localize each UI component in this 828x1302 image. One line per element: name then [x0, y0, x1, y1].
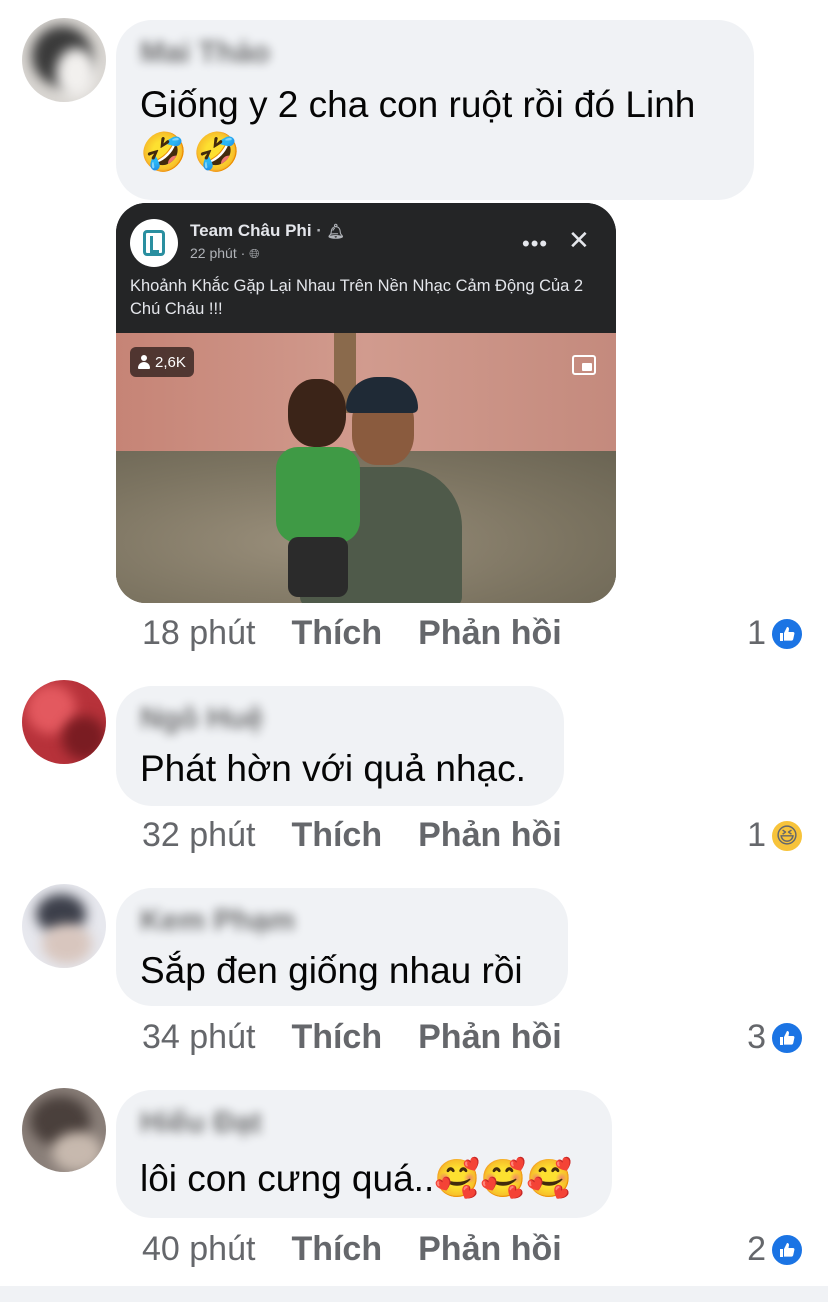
- comment-bubble: Mai Thảo Giống y 2 cha con ruột rồi đó L…: [116, 20, 754, 200]
- like-button[interactable]: Thích: [291, 1230, 382, 1269]
- comment-avatar[interactable]: [22, 680, 106, 764]
- separator-dot: ·: [316, 221, 322, 240]
- view-count-badge: 2,6K: [130, 347, 194, 377]
- video-thumbnail[interactable]: 2,6K: [116, 333, 616, 603]
- comment-actions: 40 phút Thích Phản hồi: [142, 1230, 562, 1269]
- shared-post-card[interactable]: Team Châu Phi · 🔔︎ 22 phút · 🌐︎ ••• ✕ Kh…: [116, 203, 616, 603]
- comment-time[interactable]: 34 phút: [142, 1018, 255, 1057]
- reaction-summary[interactable]: 3: [747, 1018, 804, 1057]
- comment-emojis: 🤣 🤣: [140, 134, 241, 172]
- globe-icon: 🌐︎: [249, 246, 260, 261]
- like-button[interactable]: Thích: [291, 1018, 382, 1057]
- comment-bubble: Hiếu Đạt lôi con cưng quá..🥰🥰🥰: [116, 1090, 612, 1218]
- comment-text: lôi con cưng quá..🥰🥰🥰: [140, 1158, 573, 1199]
- post-text: Khoảnh Khắc Gặp Lại Nhau Trên Nền Nhạc C…: [130, 277, 584, 318]
- commenter-name[interactable]: Hiếu Đạt: [140, 1106, 262, 1140]
- comment-actions: 34 phút Thích Phản hồi: [142, 1018, 562, 1057]
- reaction-summary[interactable]: 1 😆: [747, 816, 804, 855]
- comment-avatar[interactable]: [22, 18, 106, 102]
- view-count: 2,6K: [155, 353, 186, 371]
- like-icon: [770, 1020, 804, 1055]
- like-button[interactable]: Thích: [291, 816, 382, 855]
- reply-button[interactable]: Phản hồi: [418, 1230, 562, 1269]
- commenter-name[interactable]: Ngô Huệ: [140, 702, 263, 736]
- bell-icon: 🔔︎: [326, 223, 345, 239]
- comment-time[interactable]: 18 phút: [142, 614, 255, 653]
- reply-button[interactable]: Phản hồi: [418, 1018, 562, 1057]
- commenter-name[interactable]: Kem Phạm: [140, 904, 295, 938]
- child-figure: [274, 377, 364, 597]
- rofl-emoji: 🤣: [193, 132, 241, 174]
- reply-button[interactable]: Phản hồi: [418, 614, 562, 653]
- rofl-emoji: 🤣: [140, 132, 188, 174]
- comment-text: Sắp đen giống nhau rồi: [140, 950, 523, 991]
- bottom-divider: [0, 1286, 828, 1302]
- comment-time[interactable]: 32 phút: [142, 816, 255, 855]
- close-icon[interactable]: ✕: [568, 225, 590, 256]
- comment-avatar[interactable]: [22, 1088, 106, 1172]
- post-time[interactable]: 22 phút · 🌐︎: [190, 245, 260, 262]
- comment-avatar[interactable]: [22, 884, 106, 968]
- page-logo[interactable]: [130, 219, 178, 267]
- comment-text: Giống y 2 cha con ruột rồi đó Linh: [140, 84, 696, 125]
- reaction-count: 2: [747, 1230, 766, 1268]
- more-options-icon[interactable]: •••: [522, 231, 548, 257]
- comment-bubble: Kem Phạm Sắp đen giống nhau rồi: [116, 888, 568, 1006]
- reaction-count: 3: [747, 1018, 766, 1056]
- like-icon: [770, 1232, 804, 1267]
- comment-text: Phát hờn với quả nhạc.: [140, 748, 526, 789]
- haha-icon: 😆: [770, 818, 804, 853]
- reply-button[interactable]: Phản hồi: [418, 816, 562, 855]
- like-button[interactable]: Thích: [291, 614, 382, 653]
- reaction-count: 1: [747, 614, 766, 652]
- commenter-name[interactable]: Mai Thảo: [140, 36, 270, 70]
- comment-time[interactable]: 40 phút: [142, 1230, 255, 1269]
- reaction-summary[interactable]: 1: [747, 614, 804, 653]
- like-icon: [770, 616, 804, 651]
- picture-in-picture-icon[interactable]: [572, 355, 596, 375]
- comment-bubble: Ngô Huệ Phát hờn với quả nhạc.: [116, 686, 564, 806]
- reaction-count: 1: [747, 816, 766, 854]
- page-name[interactable]: Team Châu Phi · 🔔︎: [190, 221, 344, 241]
- shared-post-header: Team Châu Phi · 🔔︎ 22 phút · 🌐︎ ••• ✕ Kh…: [116, 203, 616, 333]
- comment-actions: 18 phút Thích Phản hồi: [142, 614, 562, 653]
- reaction-summary[interactable]: 2: [747, 1230, 804, 1269]
- person-icon: [138, 355, 150, 369]
- comment-actions: 32 phút Thích Phản hồi: [142, 816, 562, 855]
